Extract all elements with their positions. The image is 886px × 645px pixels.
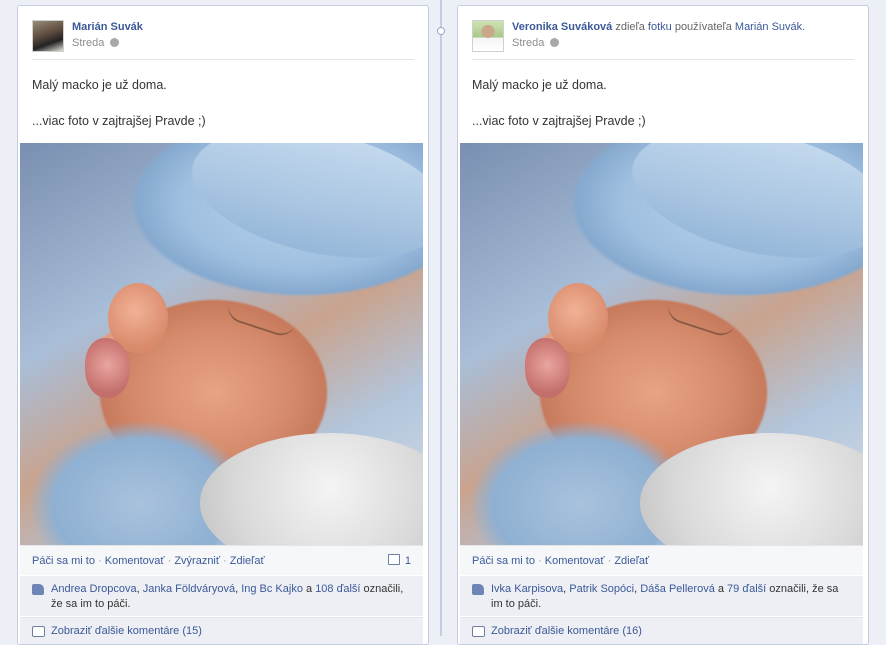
share-link[interactable]: Zdieľať: [614, 555, 649, 567]
post-byline: Marián Suvák: [72, 21, 143, 33]
message-line: Malý macko je už doma.: [472, 78, 607, 92]
timeline-dot: [437, 27, 445, 35]
post-photo[interactable]: [20, 143, 423, 545]
message-line: ...viac foto v zajtrajšej Pravde ;): [32, 114, 206, 128]
author-avatar[interactable]: [472, 20, 504, 52]
post-header: Veronika Suváková zdieľa fotku používate…: [472, 19, 854, 60]
post-actions-bar: Páči sa mi to · Komentovať · Zvýrazniť ·…: [20, 545, 423, 575]
globe-icon[interactable]: [550, 38, 560, 47]
view-more-comments-link[interactable]: Zobraziť ďalšie komentáre (16): [491, 625, 642, 637]
author-name[interactable]: Marián Suvák: [72, 21, 143, 33]
thumbs-up-icon: [32, 584, 44, 595]
action-separator: ·: [604, 555, 615, 567]
likes-summary: Ivka Karpisova, Patrik Sopóci, Dáša Pell…: [460, 575, 863, 616]
thumbs-up-icon: [472, 584, 484, 595]
post-meta: Streda: [512, 37, 560, 49]
view-more-comments-link[interactable]: Zobraziť ďalšie komentáre (15): [51, 625, 202, 637]
photo-owner-link[interactable]: Marián Suvák: [735, 21, 802, 33]
liker-name[interactable]: Dáša Pellerová: [640, 583, 715, 595]
others-link[interactable]: 79 ďalší: [727, 583, 766, 595]
post-message: Malý macko je už doma. ...viac foto v za…: [32, 76, 206, 148]
like-link[interactable]: Páči sa mi to: [32, 555, 95, 567]
likes-text: Ivka Karpisova, Patrik Sopóci, Dáša Pell…: [491, 583, 839, 610]
comment-count-value: 1: [404, 555, 411, 567]
promote-link[interactable]: Zvýrazniť: [174, 555, 220, 567]
post-card-left: Marián Suvák Streda Malý macko je už dom…: [17, 5, 429, 645]
likes-text: Andrea Dropcova, Janka Földváryová, Ing …: [51, 583, 404, 610]
author-avatar[interactable]: [32, 20, 64, 52]
message-line: ...viac foto v zajtrajšej Pravde ;): [472, 114, 646, 128]
shared-photo-link[interactable]: fotku: [648, 21, 672, 33]
action-separator: ·: [164, 555, 175, 567]
message-line: Malý macko je už doma.: [32, 78, 167, 92]
post-card-right: Veronika Suváková zdieľa fotku používate…: [457, 5, 869, 645]
comment-link[interactable]: Komentovať: [105, 555, 165, 567]
post-header: Marián Suvák Streda: [32, 19, 414, 60]
timeline-line: [440, 0, 442, 636]
others-link[interactable]: 108 ďalší: [315, 583, 360, 595]
more-comments-row: Zobraziť ďalšie komentáre (15): [20, 617, 423, 644]
liker-name[interactable]: Ing Bc Kajko: [241, 583, 303, 595]
share-link[interactable]: Zdieľať: [230, 555, 265, 567]
post-actions-bar: Páči sa mi to · Komentovať · Zdieľať: [460, 545, 863, 575]
likes-summary: Andrea Dropcova, Janka Földváryová, Ing …: [20, 575, 423, 616]
post-meta: Streda: [72, 37, 120, 49]
post-photo[interactable]: [460, 143, 863, 545]
author-name[interactable]: Veronika Suváková: [512, 21, 612, 33]
post-date[interactable]: Streda: [512, 37, 544, 49]
liker-name[interactable]: Janka Földváryová: [143, 583, 235, 595]
liker-name[interactable]: Andrea Dropcova: [51, 583, 137, 595]
more-comments-row: Zobraziť ďalšie komentáre (16): [460, 617, 863, 644]
action-separator: ·: [220, 555, 230, 567]
post-date[interactable]: Streda: [72, 37, 104, 49]
action-separator: ·: [94, 555, 105, 567]
comment-link[interactable]: Komentovať: [545, 555, 605, 567]
comment-bubble-icon: [472, 626, 485, 637]
post-message: Malý macko je už doma. ...viac foto v za…: [472, 76, 646, 148]
action-separator: ·: [534, 555, 545, 567]
liker-name[interactable]: Patrik Sopóci: [569, 583, 634, 595]
liker-name[interactable]: Ivka Karpisova: [491, 583, 563, 595]
comment-bubble-icon: [32, 626, 45, 637]
post-byline: Veronika Suváková zdieľa fotku používate…: [512, 21, 806, 33]
comment-bubble-icon: [387, 554, 400, 565]
comment-count[interactable]: 1: [387, 554, 411, 567]
like-link[interactable]: Páči sa mi to: [472, 555, 535, 567]
globe-icon[interactable]: [110, 38, 120, 47]
